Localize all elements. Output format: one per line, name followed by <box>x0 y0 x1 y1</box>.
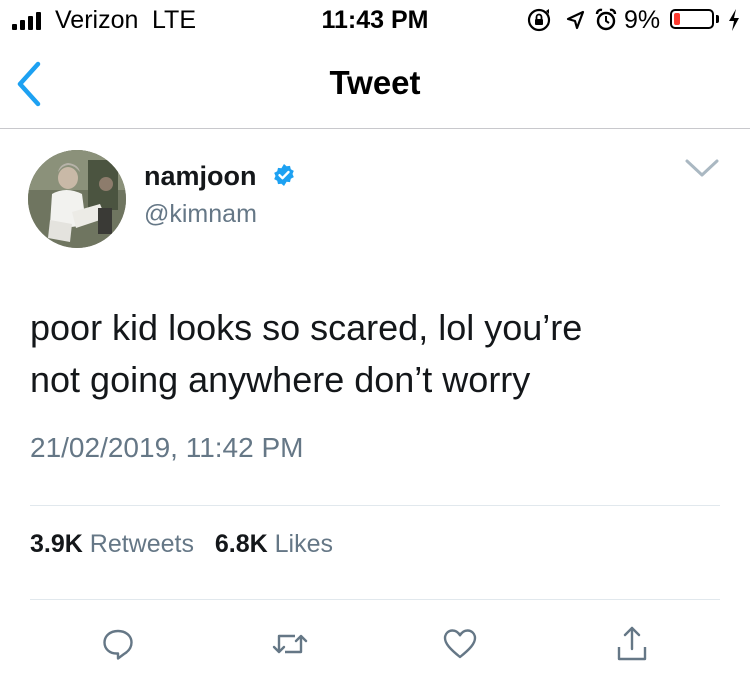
tweet-text: poor kid looks so scared, lol you’re not… <box>30 302 720 406</box>
share-icon <box>617 626 647 661</box>
like-label: Likes <box>274 530 333 558</box>
display-name[interactable]: namjoon <box>144 161 257 192</box>
retweets-stat[interactable]: 3.9K Retweets <box>30 530 201 558</box>
divider <box>30 599 720 600</box>
avatar-photo <box>28 150 126 248</box>
alarm-icon <box>595 8 617 31</box>
battery-nub <box>716 15 719 23</box>
tweet-screen: Verizon LTE 11:43 PM 9% Tweet namjoon @k… <box>0 0 750 677</box>
reply-icon <box>103 629 133 660</box>
status-bar: Verizon LTE 11:43 PM 9% <box>0 0 750 40</box>
battery-percent: 9% <box>624 6 661 34</box>
charging-icon <box>729 9 739 31</box>
location-icon <box>566 10 585 30</box>
more-options-button[interactable] <box>682 156 722 182</box>
user-handle[interactable]: @kimnam <box>144 200 257 229</box>
retweet-label: Retweets <box>89 530 194 558</box>
divider <box>30 505 720 506</box>
rotation-lock-icon <box>527 8 551 32</box>
tweet-stats: 3.9K Retweets 6.8K Likes <box>30 530 333 559</box>
like-icon <box>443 629 477 659</box>
page-title: Tweet <box>329 64 421 101</box>
verified-badge-icon <box>274 164 294 186</box>
battery-level-fill <box>674 13 680 25</box>
retweet-count: 3.9K <box>30 530 83 558</box>
likes-stat[interactable]: 6.8K Likes <box>215 530 333 558</box>
reply-button[interactable] <box>96 622 140 666</box>
avatar[interactable] <box>28 150 126 248</box>
tweet-text-line: poor kid looks so scared, lol you’re <box>30 307 583 348</box>
navigation-bar: Tweet <box>0 40 750 129</box>
like-count: 6.8K <box>214 530 268 558</box>
chevron-down-icon <box>685 159 719 177</box>
like-button[interactable] <box>438 622 482 666</box>
retweet-icon <box>272 634 308 654</box>
share-button[interactable] <box>610 622 654 666</box>
battery-icon <box>670 9 714 29</box>
tweet-timestamp: 21/02/2019, 11:42 PM <box>30 432 304 463</box>
retweet-button[interactable] <box>268 622 312 666</box>
tweet-text-line: not going anywhere don’t worry <box>30 359 531 400</box>
